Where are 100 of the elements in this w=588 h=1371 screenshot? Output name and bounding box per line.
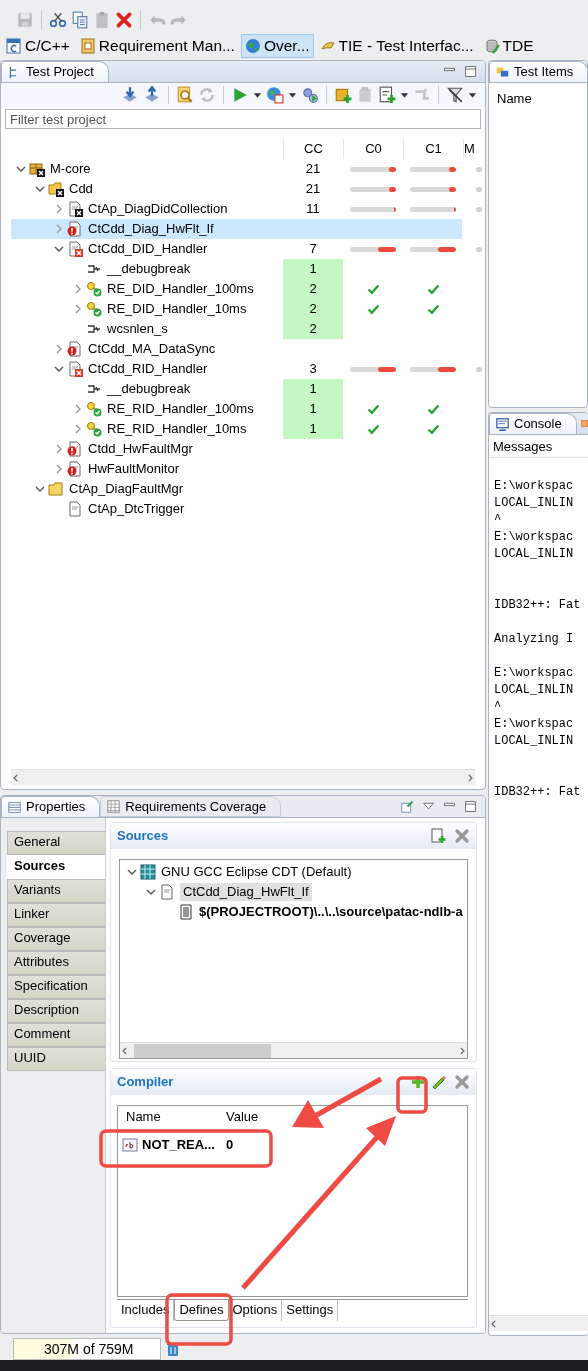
- tree-item-label[interactable]: Ctdd_HwFaultMgr: [88, 441, 193, 457]
- perspective-tab[interactable]: Over...: [240, 33, 314, 59]
- section-title: Sources: [117, 828, 169, 844]
- tree-item-label[interactable]: __debugbreak: [107, 261, 191, 277]
- section-tab[interactable]: Attributes: [7, 951, 105, 975]
- copy-icon[interactable]: [71, 11, 89, 29]
- delete-icon[interactable]: [454, 828, 470, 844]
- horizontal-scrollbar[interactable]: [11, 769, 475, 785]
- pin-icon[interactable]: [401, 800, 414, 813]
- section-tab[interactable]: Comment: [7, 1023, 105, 1047]
- tree-item-label[interactable]: CtCdd_MA_DataSync: [88, 341, 216, 357]
- tree-item-label[interactable]: CtCdd_RID_Handler: [88, 361, 208, 377]
- section-tab[interactable]: Sources: [7, 855, 105, 879]
- section-tab[interactable]: Linker: [7, 903, 105, 927]
- column-header[interactable]: Name: [489, 83, 532, 107]
- column-header[interactable]: Value: [218, 1106, 259, 1130]
- export-icon[interactable]: [143, 86, 161, 104]
- panel-tab[interactable]: Test Project: [1, 61, 109, 82]
- column-header[interactable]: CC: [283, 139, 343, 159]
- filter-icon[interactable]: [446, 86, 464, 104]
- section-tab[interactable]: General: [7, 831, 105, 855]
- folder-icon: [48, 481, 64, 497]
- panel-tab[interactable]: Console: [489, 413, 577, 434]
- gears-icon[interactable]: [301, 86, 319, 104]
- tab-icon[interactable]: [580, 417, 588, 430]
- perspective-tab[interactable]: TIE - Test Interfac...: [315, 33, 478, 59]
- panel-tab[interactable]: Properties: [1, 796, 101, 817]
- section-tab[interactable]: Description: [7, 999, 105, 1023]
- maximize-icon[interactable]: [464, 800, 477, 813]
- section-tab[interactable]: UUID: [7, 1047, 105, 1071]
- horizontal-scrollbar[interactable]: [120, 1042, 467, 1058]
- tree-item-label[interactable]: GNU GCC Eclipse CDT (Default): [161, 864, 352, 880]
- document-add-icon[interactable]: [378, 86, 396, 104]
- perspective-tab[interactable]: C/C++: [2, 33, 74, 59]
- console-line: LOCAL_INLIN: [494, 494, 574, 512]
- tree-item-label[interactable]: CtCdd_DID_Handler: [88, 241, 208, 257]
- perspective-tab[interactable]: Requirement Man...: [75, 33, 239, 59]
- coverage-bar: [410, 246, 456, 252]
- document-icon: [67, 201, 83, 217]
- delete-icon[interactable]: [115, 11, 133, 29]
- section-tab[interactable]: Specification: [7, 975, 105, 999]
- filter-field[interactable]: Filter test project: [5, 109, 481, 129]
- console-subtitle: Messages: [492, 438, 553, 455]
- tree-item-label[interactable]: RE_RID_Handler_100ms: [107, 401, 254, 417]
- delete-icon[interactable]: [454, 1074, 470, 1090]
- define-name: NOT_REA...: [142, 1137, 215, 1153]
- horizontal-scrollbar[interactable]: [489, 1315, 588, 1331]
- section-tab[interactable]: Coverage: [7, 927, 105, 951]
- tree-item-label[interactable]: CtAp_DtcTrigger: [88, 501, 185, 517]
- check-icon: [426, 402, 440, 416]
- tree-item-label[interactable]: CtAp_DiagFaultMgr: [69, 481, 184, 497]
- scissors-icon[interactable]: [49, 11, 67, 29]
- tree-item-label[interactable]: $(PROJECTROOT)\..\..\source\patac-ndlb-a: [199, 904, 463, 920]
- coverage-bar: [350, 366, 396, 372]
- tree-item-label[interactable]: RE_DID_Handler_100ms: [107, 281, 254, 297]
- import-icon[interactable]: [121, 86, 139, 104]
- tree-item-label[interactable]: CtAp_DiagDidCollection: [88, 201, 228, 217]
- cc-cell: 1: [283, 379, 343, 399]
- panel-tab[interactable]: Test Items: [489, 61, 587, 82]
- section-title: Compiler: [117, 1074, 174, 1090]
- scroll-left-icon[interactable]: [120, 1045, 130, 1056]
- document-icon: [67, 241, 83, 257]
- tree-item-label[interactable]: RE_DID_Handler_10ms: [107, 301, 247, 317]
- magnifier-icon[interactable]: [176, 86, 194, 104]
- panel-tab[interactable]: Requirements Coverage: [100, 796, 282, 817]
- bottom-tab[interactable]: Defines: [174, 1300, 229, 1321]
- cc-cell-text: 11: [305, 200, 321, 218]
- console-line: LOCAL_INLIN: [494, 681, 574, 699]
- package-icon: [29, 161, 45, 177]
- scroll-left-icon[interactable]: [489, 1318, 499, 1329]
- tree-item-label[interactable]: CtCdd_Diag_HwFlt_If: [180, 883, 312, 901]
- folder-icon: [48, 181, 64, 197]
- perspective-tab[interactable]: TDE: [479, 33, 538, 59]
- tree-item-label[interactable]: __debugbreak: [107, 381, 191, 397]
- column-header[interactable]: Name: [118, 1106, 218, 1130]
- package-add-icon[interactable]: [334, 86, 352, 104]
- selected-row[interactable]: CtCdd_Diag_HwFlt_If: [11, 219, 462, 239]
- document-add-icon[interactable]: [430, 828, 446, 844]
- pencil-icon[interactable]: [430, 1074, 446, 1090]
- document-icon: [67, 461, 83, 477]
- tree-item-label[interactable]: Cdd: [69, 181, 93, 197]
- column-header[interactable]: C1: [403, 139, 463, 159]
- test-icon: [86, 281, 102, 297]
- globe-icon[interactable]: [266, 86, 284, 104]
- tree-item-label[interactable]: CtCdd_Diag_HwFlt_If: [88, 221, 214, 237]
- column-header[interactable]: M: [463, 139, 479, 159]
- console-line: ^: [494, 698, 502, 716]
- cc-cell-text: 21: [304, 160, 322, 178]
- column-header[interactable]: C0: [343, 139, 403, 159]
- tree-item-label[interactable]: wcsnlen_s: [107, 321, 168, 337]
- coverage-bar: [410, 166, 456, 172]
- scroll-left-icon[interactable]: [11, 772, 21, 783]
- document-icon: [67, 221, 83, 237]
- scroll-right-icon[interactable]: [457, 1045, 467, 1056]
- tree-item-label[interactable]: RE_RID_Handler_10ms: [107, 421, 247, 437]
- tree-item-label[interactable]: M-core: [50, 161, 91, 177]
- section-tab[interactable]: Variants: [7, 879, 105, 903]
- maximize-icon[interactable]: [464, 65, 477, 78]
- scroll-right-icon[interactable]: [465, 772, 475, 783]
- tree-item-label[interactable]: HwFaultMonitor: [88, 461, 180, 477]
